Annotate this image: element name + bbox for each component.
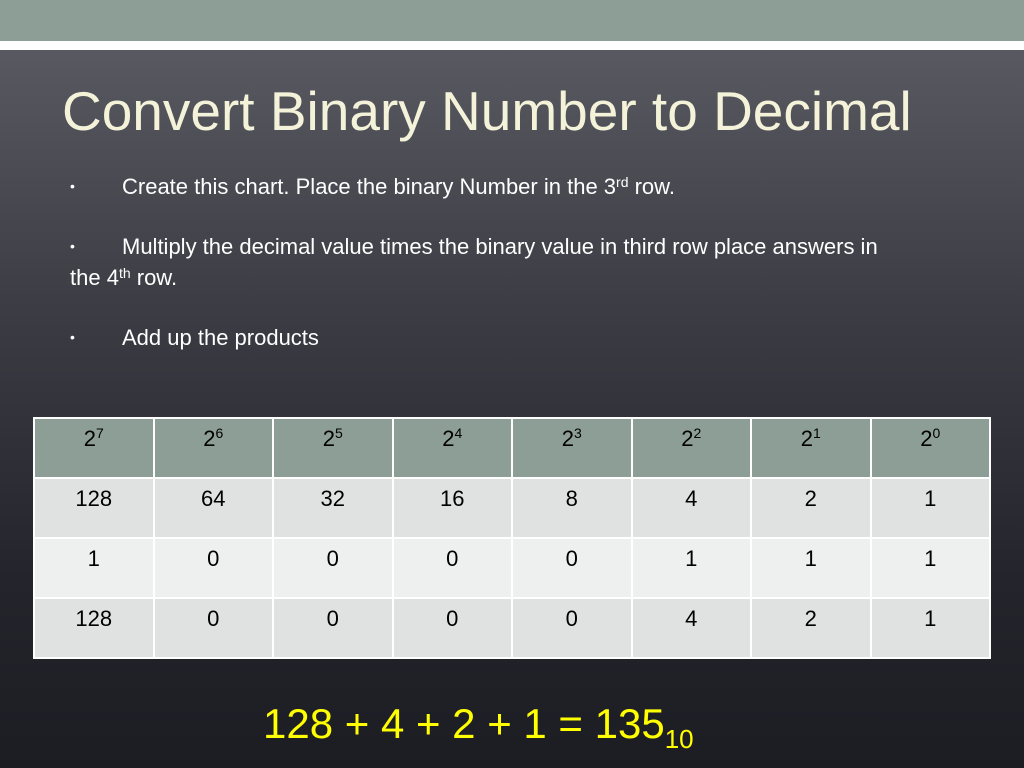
power-of-two-header-cell: 21 — [750, 417, 872, 479]
bullet-text: Create this chart. Place the binary Numb… — [122, 174, 675, 199]
table-cell: 8 — [511, 477, 633, 539]
table-cell: 0 — [391, 537, 513, 599]
table-cell: 32 — [272, 477, 394, 539]
power-base: 2 — [442, 426, 455, 451]
power-exponent: 1 — [812, 425, 821, 441]
table-cell: 128 — [33, 477, 155, 539]
power-exponent: 6 — [215, 425, 224, 441]
table-cell: 0 — [391, 597, 513, 659]
table-cell: 4 — [630, 477, 752, 539]
power-of-two-header-cell: 22 — [630, 417, 752, 479]
table-cell: 0 — [152, 597, 274, 659]
bullet-dot-icon: • — [70, 329, 75, 345]
power-exponent: 3 — [573, 425, 582, 441]
power-base: 2 — [561, 426, 574, 451]
table-cell: 1 — [869, 477, 991, 539]
table-cell: 128 — [33, 597, 155, 659]
table-cell: 64 — [152, 477, 274, 539]
table-cell: 1 — [869, 597, 991, 659]
table-cell: 0 — [272, 597, 394, 659]
decimal-value-row: 128 64 32 16 8 4 2 1 — [33, 477, 991, 539]
table-cell: 16 — [391, 477, 513, 539]
table-header-row: 27 26 25 24 23 22 21 20 — [33, 417, 991, 479]
slide-title: Convert Binary Number to Decimal — [62, 80, 912, 142]
top-accent-band — [0, 0, 1024, 41]
power-of-two-header-cell: 26 — [152, 417, 274, 479]
table-cell: 2 — [750, 477, 872, 539]
power-base: 2 — [322, 426, 335, 451]
power-exponent: 0 — [932, 425, 941, 441]
bullet-item: • Create this chart. Place the binary Nu… — [70, 171, 890, 202]
power-of-two-header-cell: 27 — [33, 417, 155, 479]
bullet-dot-icon: • — [70, 238, 75, 254]
bullet-item: • Add up the products — [70, 322, 890, 353]
table-cell: 0 — [511, 597, 633, 659]
power-exponent: 7 — [95, 425, 104, 441]
power-base: 2 — [681, 426, 694, 451]
table-cell: 1 — [869, 537, 991, 599]
bullet-text: Add up the products — [122, 325, 319, 350]
table-cell: 2 — [750, 597, 872, 659]
power-base: 2 — [920, 426, 933, 451]
power-base: 2 — [83, 426, 96, 451]
bullet-text: Multiply the decimal value times the bin… — [70, 234, 878, 290]
table-cell: 1 — [33, 537, 155, 599]
table-cell: 0 — [511, 537, 633, 599]
table-cell: 4 — [630, 597, 752, 659]
power-exponent: 2 — [693, 425, 702, 441]
bullet-dot-icon: • — [70, 178, 75, 194]
power-of-two-header-cell: 24 — [391, 417, 513, 479]
base-subscript: 10 — [664, 724, 694, 754]
power-base: 2 — [203, 426, 216, 451]
top-accent-line — [0, 41, 1024, 50]
power-base: 2 — [800, 426, 813, 451]
table-cell: 0 — [272, 537, 394, 599]
power-of-two-header-cell: 20 — [869, 417, 991, 479]
binary-digit-row: 10000111 — [33, 537, 991, 599]
power-of-two-header-cell: 25 — [272, 417, 394, 479]
result-equation: 128 + 4 + 2 + 1 = 13510 — [263, 700, 694, 754]
table-cell: 1 — [630, 537, 752, 599]
product-row: 128 0 0 0 0 4 2 1 — [33, 597, 991, 659]
power-exponent: 5 — [334, 425, 343, 441]
power-of-two-header-cell: 23 — [511, 417, 633, 479]
binary-conversion-table: 27 26 25 24 23 22 21 20 128 64 32 16 8 4 2 1 1 0 0 0 0 1 1 1 128… — [33, 417, 991, 659]
power-exponent: 4 — [454, 425, 463, 441]
table-cell: 1 — [750, 537, 872, 599]
table-cell: 0 — [152, 537, 274, 599]
bullet-item: • Multiply the decimal value times the b… — [70, 231, 890, 293]
